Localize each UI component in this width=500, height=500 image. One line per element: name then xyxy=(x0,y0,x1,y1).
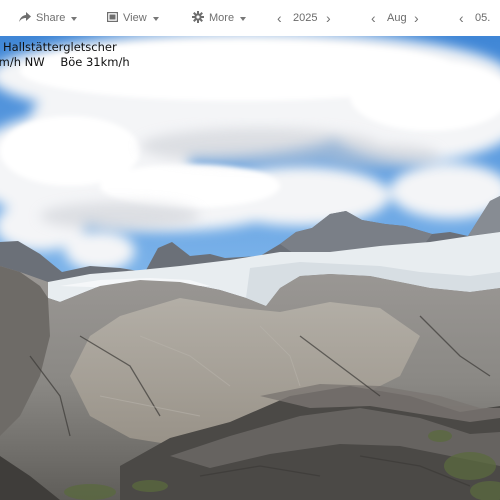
chevron-left-icon: ‹ xyxy=(371,10,376,26)
more-button[interactable]: More xyxy=(192,0,247,36)
monitor-icon xyxy=(106,11,119,25)
year-prev-button[interactable]: ‹ xyxy=(277,0,282,36)
wind-reading: km/h NW xyxy=(0,55,45,69)
view-button[interactable]: View xyxy=(106,0,159,36)
location-name: Hallstättergletscher xyxy=(2,40,117,54)
chevron-left-icon: ‹ xyxy=(459,10,464,26)
toolbar: Share View More ‹ 2025 › ‹ Aug › ‹ 05. xyxy=(0,0,500,37)
more-label: More xyxy=(209,12,235,24)
chevron-left-icon: ‹ xyxy=(277,10,282,26)
share-arrow-icon xyxy=(19,11,31,25)
webcam-info-overlay: n Hallstättergletscher km/h NW Böe 31km/… xyxy=(0,40,130,70)
month-value: Aug xyxy=(387,12,407,24)
day-value: 05. xyxy=(475,12,491,24)
day-prev-button[interactable]: ‹ xyxy=(459,0,464,36)
gear-icon xyxy=(192,10,204,26)
chevron-right-icon: › xyxy=(326,10,331,26)
gust-reading: Böe 31km/h xyxy=(60,55,130,69)
month-prev-button[interactable]: ‹ xyxy=(371,0,376,36)
caret-down-icon xyxy=(240,16,247,21)
chevron-right-icon: › xyxy=(414,10,419,26)
caret-down-icon xyxy=(152,16,159,21)
share-button[interactable]: Share xyxy=(19,0,78,36)
caret-down-icon xyxy=(71,16,78,21)
month-next-button[interactable]: › xyxy=(414,0,419,36)
share-label: Share xyxy=(36,12,66,24)
year-next-button[interactable]: › xyxy=(326,0,331,36)
webcam-image-viewport[interactable]: n Hallstättergletscher km/h NW Böe 31km/… xyxy=(0,36,500,500)
webcam-photo xyxy=(0,36,500,500)
view-label: View xyxy=(123,12,147,24)
year-value: 2025 xyxy=(293,12,318,24)
